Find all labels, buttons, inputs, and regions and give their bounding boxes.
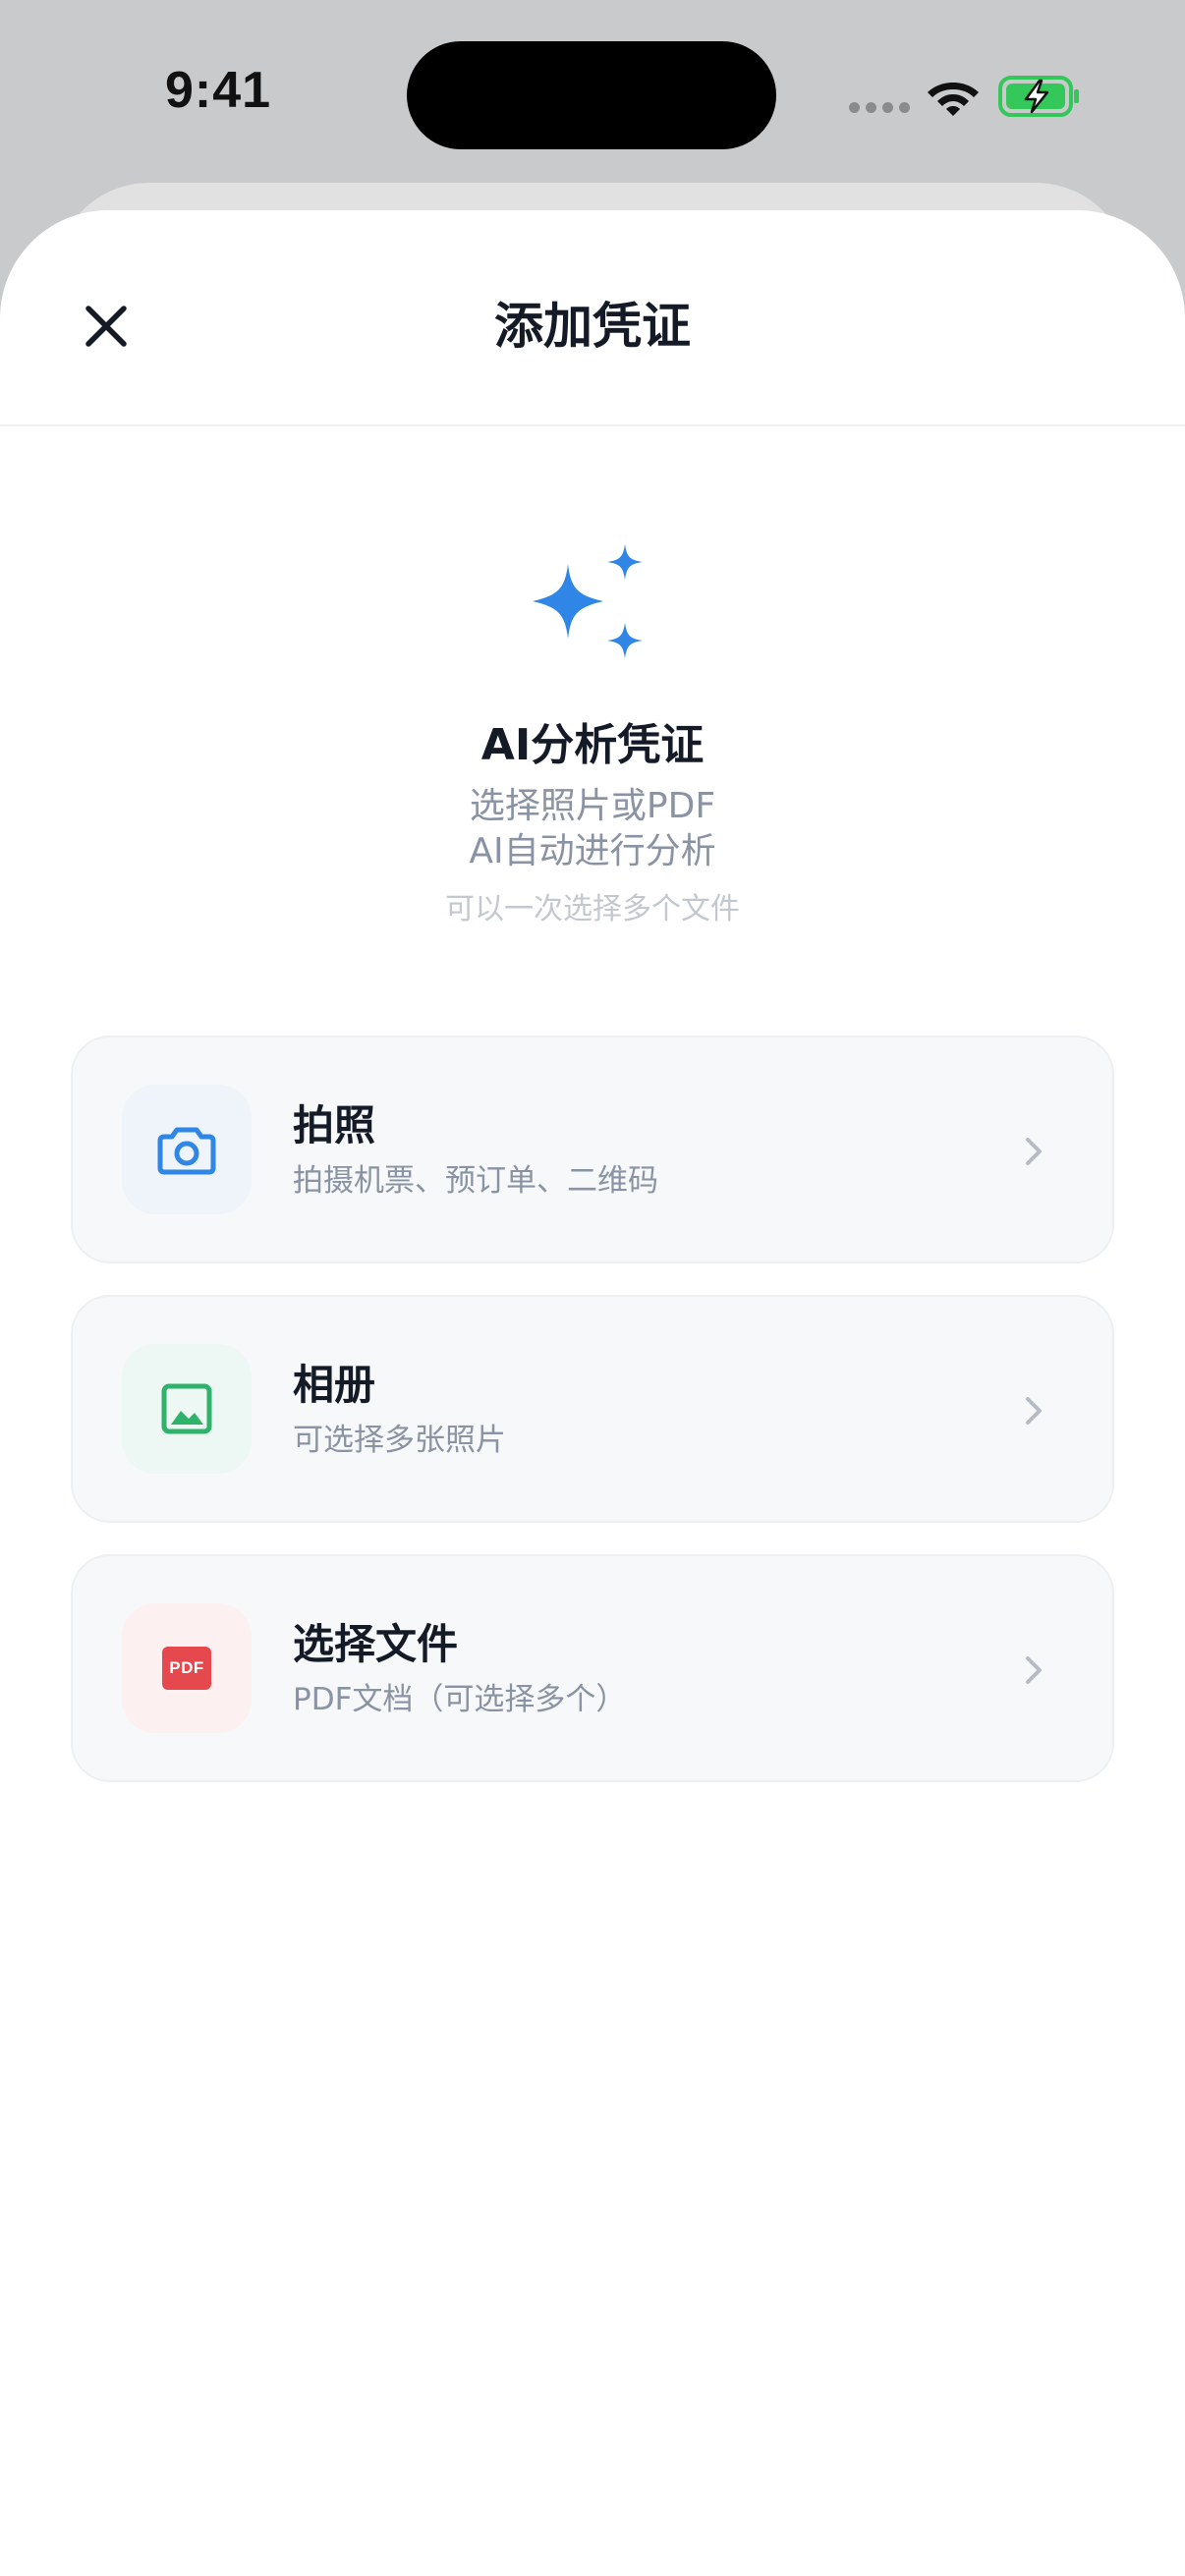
camera-icon [157, 1127, 216, 1175]
image-icon-tile [122, 1344, 252, 1474]
hero-hint: 可以一次选择多个文件 [445, 892, 740, 926]
sheet-header: 添加凭证 [0, 210, 1185, 426]
camera-icon-tile [122, 1085, 252, 1214]
dynamic-island [407, 41, 776, 149]
option-subtitle: 拍摄机票、预订单、二维码 [293, 1163, 658, 1199]
pdf-icon-tile: PDF [122, 1603, 252, 1733]
pdf-icon: PDF [162, 1647, 211, 1690]
add-voucher-sheet: 添加凭证 AI分析凭证 选择照片或PDF AI自动进行分析 可以一次选择多个文件 [0, 210, 1185, 2576]
option-list: 拍照 拍摄机票、预订单、二维码 相册 可选择多张照片 PDF 选择文件 PDF文… [71, 1036, 1114, 1814]
battery-charging-icon [998, 76, 1079, 117]
cellular-signal-icon [849, 102, 910, 113]
option-title: 选择文件 [293, 1620, 459, 1668]
option-subtitle: PDF文档（可选择多个） [293, 1682, 627, 1717]
take-photo-option[interactable]: 拍照 拍摄机票、预订单、二维码 [71, 1036, 1114, 1263]
option-title: 相册 [293, 1361, 376, 1409]
image-icon [161, 1383, 212, 1434]
screen: 9:41 添加凭证 AI分析凭证 选择照片或PDF AI自动进行分析 可以一次选… [0, 0, 1185, 2576]
hero-subtitle-line-1: 选择照片或PDF [469, 786, 716, 826]
chevron-right-icon [1026, 1397, 1042, 1425]
ai-intro: AI分析凭证 选择照片或PDF AI自动进行分析 可以一次选择多个文件 [0, 544, 1185, 929]
status-bar: 9:41 [0, 0, 1185, 182]
status-time: 9:41 [165, 62, 272, 119]
chevron-right-icon [1026, 1656, 1042, 1684]
choose-file-option[interactable]: PDF 选择文件 PDF文档（可选择多个） [71, 1554, 1114, 1782]
hero-title: AI分析凭证 [480, 720, 705, 770]
option-subtitle: 可选择多张照片 [293, 1423, 506, 1458]
sheet-title: 添加凭证 [494, 298, 691, 355]
photo-album-option[interactable]: 相册 可选择多张照片 [71, 1295, 1114, 1523]
wifi-icon [928, 83, 979, 116]
hero-subtitle-line-2: AI自动进行分析 [469, 831, 716, 871]
sparkles-icon [533, 544, 643, 658]
hero-subtitle: 选择照片或PDF AI自动进行分析 [0, 784, 1185, 874]
chevron-right-icon [1026, 1138, 1042, 1165]
option-title: 拍照 [293, 1101, 376, 1149]
